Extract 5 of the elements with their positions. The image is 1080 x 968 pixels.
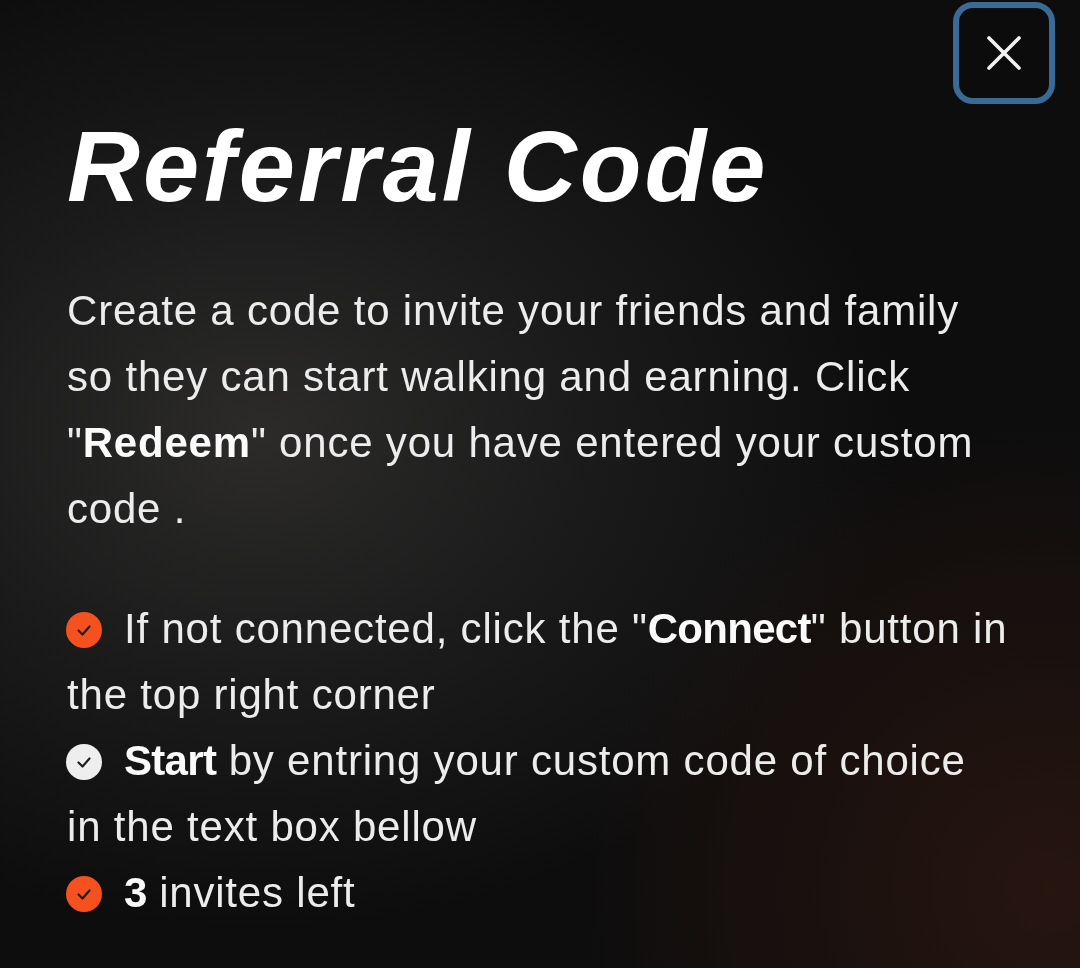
close-button[interactable] [953,2,1055,104]
step-text: 3 invites left [124,869,356,916]
dialog-title: Referral Code [67,110,769,222]
close-icon [987,36,1021,70]
description-text: Create a code to invite your friends and family so they can start walking and earning. Click "Redeem" once you have entered your custom code . [67,286,975,534]
